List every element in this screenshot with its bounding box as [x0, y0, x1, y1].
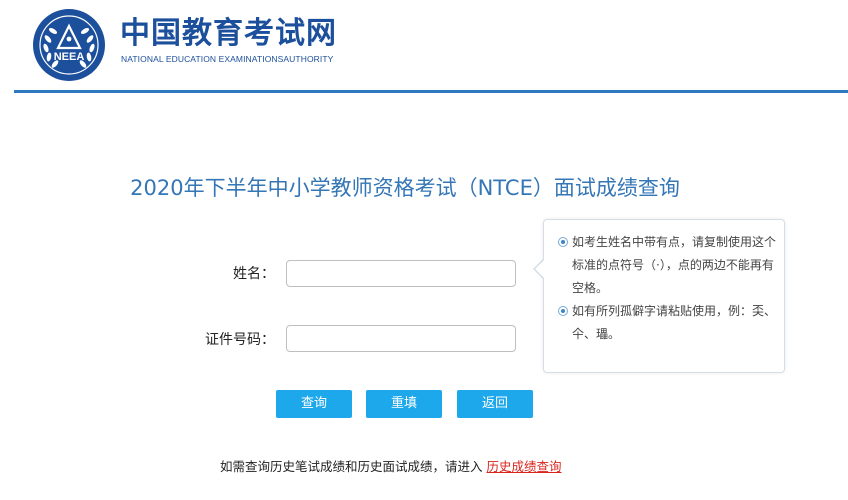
logo-text: NEEA: [54, 51, 85, 63]
id-number-input[interactable]: [286, 325, 516, 352]
tip-text: 如考生姓名中带有点，请复制使用这个标准的点符号（·），点的两边不能再有空格。: [572, 235, 777, 295]
tip-item: 如考生姓名中带有点，请复制使用这个标准的点符号（·），点的两边不能再有空格。: [558, 231, 780, 300]
bullet-icon: [558, 237, 568, 247]
site-header: NEEA 中国教育考试网 NATIONAL EDUCATION EXAMINAT…: [0, 0, 848, 93]
history-scores-link[interactable]: 历史成绩查询: [487, 459, 562, 474]
tip-pointer-fill: [535, 260, 544, 278]
site-title[interactable]: 中国教育考试网: [120, 16, 337, 52]
tip-item: 如有所列孤僻字请粘贴使用，例：奀、仐、瓃。: [558, 300, 780, 346]
history-note-text: 如需查询历史笔试成绩和历史面试成绩，请进入: [220, 459, 483, 474]
header-divider: [14, 90, 848, 93]
name-label: 姓名：: [233, 266, 275, 282]
query-button[interactable]: 查询: [276, 390, 352, 418]
bullet-icon: [558, 306, 568, 316]
history-note: 如需查询历史笔试成绩和历史面试成绩，请进入 历史成绩查询: [220, 458, 562, 476]
site-subtitle: NATIONAL EDUCATION EXAMINATIONSAUTHORITY: [121, 54, 334, 64]
neea-logo-icon[interactable]: NEEA: [32, 8, 106, 82]
tips-panel: 如考生姓名中带有点，请复制使用这个标准的点符号（·），点的两边不能再有空格。 如…: [543, 219, 785, 373]
page: NEEA 中国教育考试网 NATIONAL EDUCATION EXAMINAT…: [0, 0, 848, 500]
name-input[interactable]: [286, 260, 516, 287]
tip-text: 如有所列孤僻字请粘贴使用，例：奀、仐、瓃。: [572, 304, 777, 341]
page-title: 2020年下半年中小学教师资格考试（NTCE）面试成绩查询: [130, 176, 680, 200]
back-button[interactable]: 返回: [457, 390, 533, 418]
reset-button[interactable]: 重填: [366, 390, 442, 418]
id-number-label: 证件号码：: [205, 332, 275, 348]
